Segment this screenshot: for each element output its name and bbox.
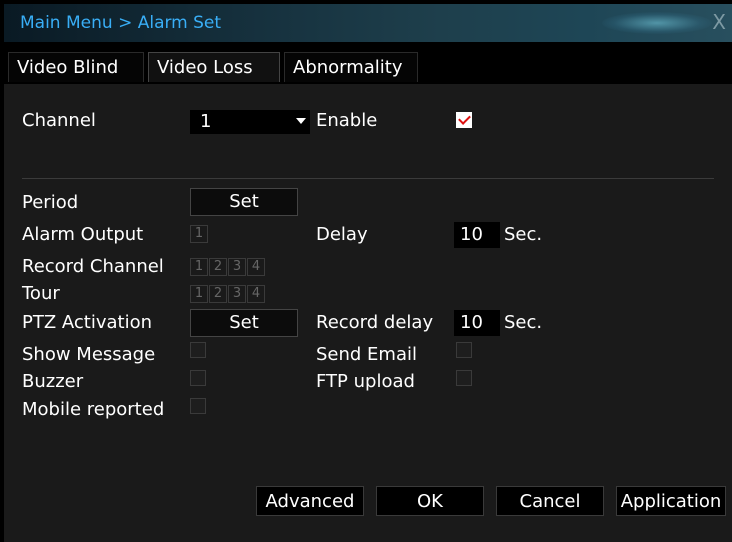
tab-bar: Video Blind Video Loss Abnormality [4,44,732,84]
tour-2[interactable]: 2 [209,285,227,303]
ftp-upload-checkbox[interactable] [456,370,472,386]
cancel-button[interactable]: Cancel [496,486,604,516]
record-channel-label: Record Channel [22,256,164,277]
channel-label: Channel [22,110,96,131]
tour-3[interactable]: 3 [228,285,246,303]
title-bar: Main Menu > Alarm Set X [4,4,732,42]
ftp-upload-label: FTP upload [316,371,415,392]
alarm-output-1[interactable]: 1 [190,225,208,243]
buzzer-label: Buzzer [22,371,84,392]
record-channel-3[interactable]: 3 [228,258,246,276]
send-email-checkbox[interactable] [456,342,472,358]
record-channel-1[interactable]: 1 [190,258,208,276]
tour-1[interactable]: 1 [190,285,208,303]
ptz-set-button[interactable]: Set [190,309,298,337]
show-message-label: Show Message [22,344,156,365]
settings-panel: Channel 1 Enable Period Set Alarm Output… [4,84,732,542]
close-icon[interactable]: X [712,10,726,34]
tab-abnormality[interactable]: Abnormality [284,52,418,82]
buzzer-checkbox[interactable] [190,370,206,386]
mobile-reported-checkbox[interactable] [190,398,206,414]
mobile-reported-label: Mobile reported [22,399,165,420]
divider [22,178,714,179]
ptz-activation-label: PTZ Activation [22,312,153,333]
application-button[interactable]: Application [616,486,726,516]
ok-button[interactable]: OK [376,486,484,516]
delay-unit: Sec. [504,224,543,245]
show-message-checkbox[interactable] [190,342,206,358]
tab-video-blind[interactable]: Video Blind [8,52,144,82]
record-delay-label: Record delay [316,312,434,333]
tour-label: Tour [22,283,60,304]
channel-select[interactable]: 1 [190,110,310,134]
alarm-output-label: Alarm Output [22,224,144,245]
advanced-button[interactable]: Advanced [256,486,364,516]
period-set-button[interactable]: Set [190,188,298,216]
channel-select-value: 1 [200,111,212,132]
enable-checkbox[interactable] [456,112,472,128]
record-delay-unit: Sec. [504,312,543,333]
record-delay-input[interactable]: 10 [454,310,500,336]
delay-label: Delay [316,224,368,245]
tab-video-loss[interactable]: Video Loss [148,52,280,82]
chevron-down-icon [296,118,306,124]
send-email-label: Send Email [316,344,417,365]
tour-4[interactable]: 4 [247,285,265,303]
record-channel-4[interactable]: 4 [247,258,265,276]
window-title: Main Menu > Alarm Set [20,13,222,33]
delay-input[interactable]: 10 [454,222,500,248]
title-bar-glow [602,12,712,34]
alarm-set-window: Main Menu > Alarm Set X Video Blind Vide… [0,0,732,542]
record-channel-2[interactable]: 2 [209,258,227,276]
period-label: Period [22,192,79,213]
enable-label: Enable [316,110,378,131]
